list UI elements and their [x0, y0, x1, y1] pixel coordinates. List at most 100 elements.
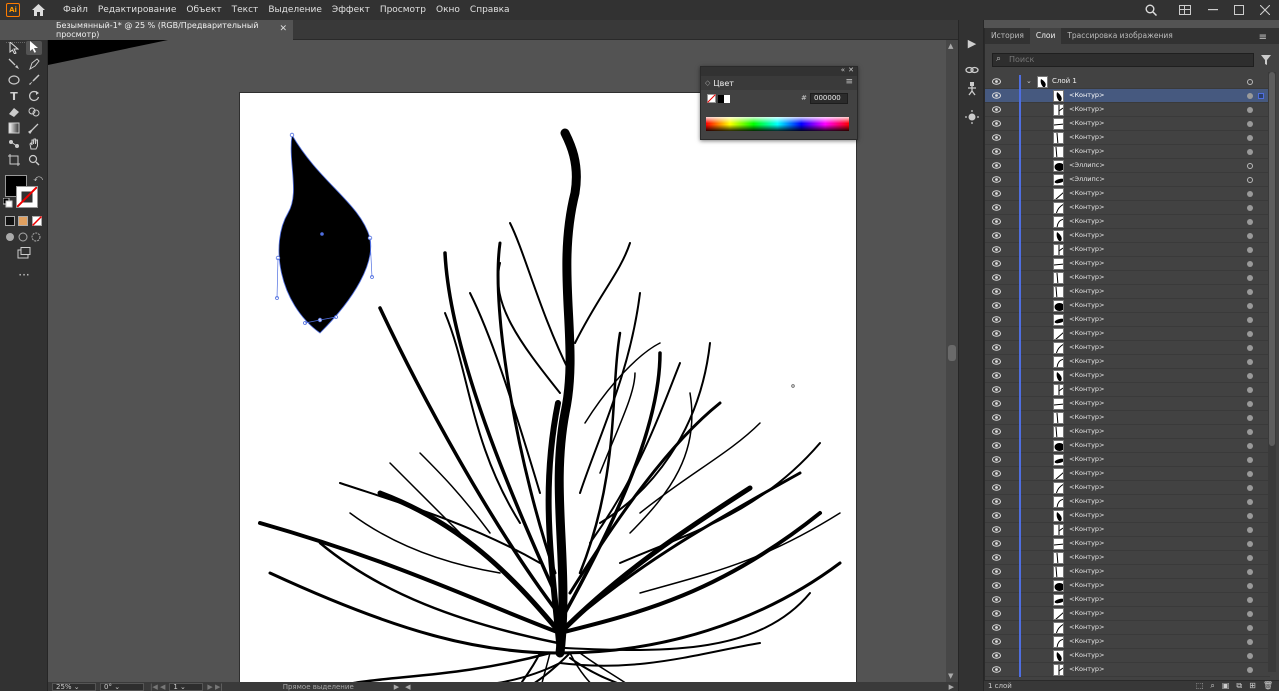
- layer-item-row[interactable]: <Контур>: [985, 509, 1270, 523]
- target-icon[interactable]: [1247, 541, 1253, 547]
- eye-icon[interactable]: [992, 372, 1001, 379]
- target-icon[interactable]: [1247, 93, 1253, 99]
- layer-item-name[interactable]: <Контур>: [1069, 273, 1105, 281]
- target-icon[interactable]: [1247, 597, 1253, 603]
- play-action-icon[interactable]: ▶: [964, 36, 980, 52]
- eye-icon[interactable]: [992, 134, 1001, 141]
- layers-scrollbar[interactable]: [1268, 72, 1276, 672]
- eye-icon[interactable]: [992, 442, 1001, 449]
- eye-icon[interactable]: [992, 330, 1001, 337]
- menu-help[interactable]: Справка: [465, 5, 515, 15]
- window-maximize-icon[interactable]: [1229, 0, 1249, 20]
- shape-builder-tool-icon[interactable]: [26, 106, 42, 120]
- eye-icon[interactable]: [992, 386, 1001, 393]
- selection-tool-icon[interactable]: [6, 40, 22, 56]
- new-layer-icon[interactable]: ⊞: [1249, 681, 1256, 691]
- hand-tool-icon[interactable]: [26, 138, 42, 152]
- ellipse-tool-icon[interactable]: [6, 74, 22, 88]
- layer-item-row[interactable]: <Контур>: [985, 187, 1270, 201]
- target-icon[interactable]: [1247, 163, 1253, 169]
- draw-mode-icons[interactable]: [5, 232, 43, 245]
- layer-item-name[interactable]: <Контур>: [1069, 287, 1105, 295]
- layer-item-name[interactable]: <Контур>: [1069, 91, 1105, 99]
- swap-fill-stroke-icon[interactable]: ⤺: [30, 172, 46, 186]
- fill-stroke-mini-icon[interactable]: [707, 94, 731, 104]
- layer-item-name[interactable]: <Контур>: [1069, 217, 1105, 225]
- target-icon[interactable]: [1247, 499, 1253, 505]
- layer-item-name[interactable]: <Контур>: [1069, 203, 1105, 211]
- layer-item-name[interactable]: <Контур>: [1069, 539, 1105, 547]
- eye-icon[interactable]: [992, 456, 1001, 463]
- target-icon[interactable]: [1247, 359, 1253, 365]
- magic-wand-tool-icon[interactable]: [6, 58, 22, 72]
- scroll-right-icon[interactable]: ▶: [949, 683, 954, 691]
- layer-item-row[interactable]: <Контур>: [985, 607, 1270, 621]
- layer-item-name[interactable]: <Контур>: [1069, 329, 1105, 337]
- layer-item-name[interactable]: <Контур>: [1069, 623, 1105, 631]
- menu-select[interactable]: Выделение: [263, 5, 327, 15]
- target-icon[interactable]: [1247, 289, 1253, 295]
- layer-item-name[interactable]: <Контур>: [1069, 553, 1105, 561]
- target-icon[interactable]: [1247, 653, 1253, 659]
- scroll-left-icon[interactable]: ◀: [405, 683, 410, 691]
- layer-item-name[interactable]: <Контур>: [1069, 581, 1105, 589]
- menu-file[interactable]: Файл: [58, 5, 93, 15]
- layer-item-row[interactable]: <Контур>: [985, 537, 1270, 551]
- target-icon[interactable]: [1247, 527, 1253, 533]
- target-icon[interactable]: [1247, 639, 1253, 645]
- layer-item-row[interactable]: <Контур>: [985, 341, 1270, 355]
- target-icon[interactable]: [1247, 415, 1253, 421]
- target-icon[interactable]: [1247, 191, 1253, 197]
- eye-icon[interactable]: [992, 470, 1001, 477]
- target-icon[interactable]: [1247, 107, 1253, 113]
- eye-icon[interactable]: [992, 218, 1001, 225]
- brightness-icon[interactable]: [964, 110, 980, 126]
- eyedropper-tool-icon[interactable]: [26, 122, 42, 136]
- layer-item-row[interactable]: <Контур>: [985, 439, 1270, 453]
- layer-item-row[interactable]: <Контур>: [985, 355, 1270, 369]
- layer-item-name[interactable]: <Контур>: [1069, 245, 1105, 253]
- layer-item-name[interactable]: <Контур>: [1069, 399, 1105, 407]
- tab-history[interactable]: История: [985, 28, 1030, 44]
- layer-row[interactable]: ⌄ Слой 1: [985, 75, 1270, 89]
- eye-icon[interactable]: [992, 414, 1001, 421]
- target-icon[interactable]: [1247, 219, 1253, 225]
- layer-item-name[interactable]: <Контур>: [1069, 189, 1105, 197]
- eye-icon[interactable]: [992, 568, 1001, 575]
- scroll-thumb[interactable]: [948, 345, 956, 361]
- zoom-tool-icon[interactable]: [26, 154, 42, 168]
- eye-icon[interactable]: [992, 610, 1001, 617]
- blend-tool-icon[interactable]: [6, 138, 22, 152]
- layer-name[interactable]: Слой 1: [1052, 77, 1077, 85]
- layer-item-name[interactable]: <Контур>: [1069, 301, 1105, 309]
- target-icon[interactable]: [1247, 387, 1253, 393]
- locate-object-icon[interactable]: ⌕: [1210, 681, 1214, 691]
- layer-item-row[interactable]: <Контур>: [985, 467, 1270, 481]
- layer-item-row[interactable]: <Контур>: [985, 495, 1270, 509]
- layer-item-row[interactable]: <Контур>: [985, 215, 1270, 229]
- eye-icon[interactable]: [992, 624, 1001, 631]
- screen-mode-icon[interactable]: [16, 247, 32, 261]
- layer-item-name[interactable]: <Эллипс>: [1069, 161, 1105, 169]
- target-icon[interactable]: [1247, 583, 1253, 589]
- layer-item-row[interactable]: <Контур>: [985, 523, 1270, 537]
- last-artboard-icon[interactable]: ▶ ▶|: [207, 683, 222, 691]
- target-icon[interactable]: [1247, 331, 1253, 337]
- layer-item-row[interactable]: <Контур>: [985, 243, 1270, 257]
- layer-item-row[interactable]: <Контур>: [985, 649, 1270, 663]
- layers-scroll-thumb[interactable]: [1269, 72, 1275, 446]
- layer-item-name[interactable]: <Контур>: [1069, 595, 1105, 603]
- export-icon[interactable]: ⬚: [1196, 681, 1204, 691]
- eye-icon[interactable]: [992, 652, 1001, 659]
- target-icon[interactable]: [1247, 79, 1253, 85]
- layer-item-row[interactable]: <Контур>: [985, 257, 1270, 271]
- eye-icon[interactable]: [992, 554, 1001, 561]
- eye-icon[interactable]: [992, 512, 1001, 519]
- stroke-swatch[interactable]: [16, 186, 38, 208]
- layer-item-name[interactable]: <Контур>: [1069, 231, 1105, 239]
- layer-item-name[interactable]: <Контур>: [1069, 147, 1105, 155]
- color-spectrum[interactable]: [706, 117, 849, 131]
- paintbrush-tool-icon[interactable]: [26, 74, 42, 88]
- scroll-up-icon[interactable]: ▲: [948, 42, 953, 50]
- layer-item-row[interactable]: <Контур>: [985, 117, 1270, 131]
